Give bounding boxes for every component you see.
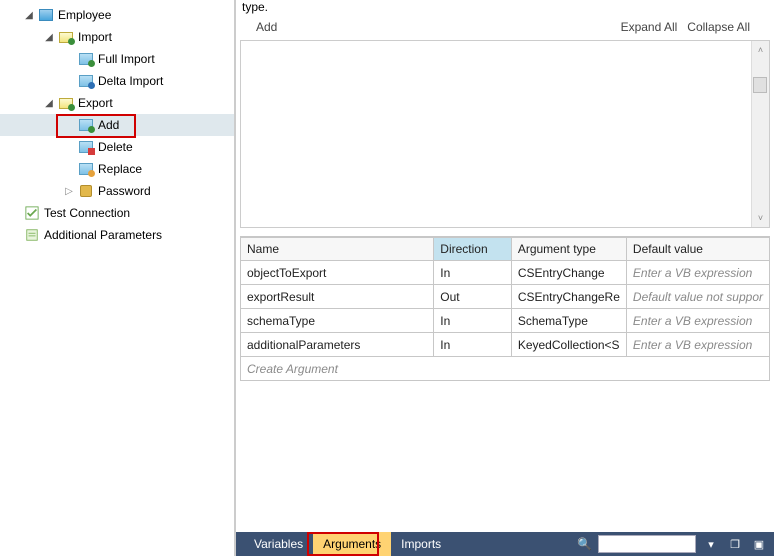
scroll-thumb[interactable]	[753, 77, 767, 93]
bottom-bar: Variables Arguments Imports 🔍 ▾ ❐ ▣	[236, 532, 774, 556]
tree-label: Export	[78, 96, 113, 110]
cell-name[interactable]: additionalParameters	[241, 333, 434, 357]
tree-node-password[interactable]: ▷ Password	[0, 180, 234, 202]
tree-label: Delete	[98, 140, 133, 154]
tab-label: Arguments	[323, 537, 381, 551]
create-argument-row[interactable]: Create Argument	[241, 357, 770, 381]
cell-direction[interactable]: In	[434, 309, 512, 333]
designer-canvas[interactable]: ˄ ˅	[240, 40, 770, 228]
maximize-icon[interactable]: ▣	[750, 535, 768, 553]
add-icon	[78, 117, 94, 133]
tree-node-replace[interactable]: Replace	[0, 158, 234, 180]
tree-node-delete[interactable]: Delete	[0, 136, 234, 158]
tree-node-delta-import[interactable]: Delta Import	[0, 70, 234, 92]
search-icon[interactable]: 🔍	[577, 537, 592, 551]
cell-name[interactable]: schemaType	[241, 309, 434, 333]
right-pane: type. Add Expand All Collapse All ˄ ˅ Na…	[236, 0, 774, 556]
tree-node-import[interactable]: ◢ Import	[0, 26, 234, 48]
cell-default[interactable]: Enter a VB expression	[626, 309, 769, 333]
truncated-text: type.	[236, 0, 774, 20]
restore-icon[interactable]: ❐	[726, 535, 744, 553]
tree-node-add[interactable]: Add	[0, 114, 234, 136]
cell-argtype[interactable]: CSEntryChangeRe	[511, 285, 626, 309]
tree-label: Add	[98, 118, 119, 132]
argument-row[interactable]: objectToExport In CSEntryChange Enter a …	[241, 261, 770, 285]
search-input[interactable]	[598, 535, 696, 553]
tree-node-additional-params[interactable]: Additional Parameters	[0, 224, 234, 246]
argument-row[interactable]: schemaType In SchemaType Enter a VB expr…	[241, 309, 770, 333]
tree-node-full-import[interactable]: Full Import	[0, 48, 234, 70]
arguments-grid: Name Direction Argument type Default val…	[240, 236, 770, 477]
tree-node-test-connection[interactable]: Test Connection	[0, 202, 234, 224]
cell-argtype[interactable]: CSEntryChange	[511, 261, 626, 285]
expander-icon[interactable]: ▷	[62, 184, 76, 198]
cube-icon	[38, 7, 54, 23]
cell-direction[interactable]: In	[434, 333, 512, 357]
tab-label: Variables	[254, 537, 303, 551]
tree-label: Test Connection	[44, 206, 130, 220]
tree-pane: ◢ Employee ◢ Import Full Import Delta Im…	[0, 0, 236, 556]
check-icon	[24, 205, 40, 221]
cell-direction[interactable]: Out	[434, 285, 512, 309]
vertical-scrollbar[interactable]: ˄ ˅	[751, 41, 769, 227]
cell-direction[interactable]: In	[434, 261, 512, 285]
lock-icon	[78, 183, 94, 199]
create-argument-label[interactable]: Create Argument	[241, 357, 770, 381]
delete-icon	[78, 139, 94, 155]
expander-icon[interactable]: ◢	[42, 96, 56, 110]
collapse-all-link[interactable]: Collapse All	[687, 20, 750, 34]
import-folder-icon	[58, 29, 74, 45]
cell-argtype[interactable]: SchemaType	[511, 309, 626, 333]
col-argtype[interactable]: Argument type	[511, 238, 626, 261]
tab-variables[interactable]: Variables	[244, 532, 313, 556]
grid-header-row: Name Direction Argument type Default val…	[241, 238, 770, 261]
params-icon	[24, 227, 40, 243]
col-name[interactable]: Name	[241, 238, 434, 261]
tree-label: Import	[78, 30, 112, 44]
cell-default[interactable]: Enter a VB expression	[626, 333, 769, 357]
export-folder-icon	[58, 95, 74, 111]
replace-icon	[78, 161, 94, 177]
tree-node-employee[interactable]: ◢ Employee	[0, 4, 234, 26]
add-link[interactable]: Add	[256, 20, 277, 34]
delta-import-icon	[78, 73, 94, 89]
expander-icon[interactable]: ◢	[42, 30, 56, 44]
dropdown-icon[interactable]: ▾	[702, 535, 720, 553]
tree-label: Replace	[98, 162, 142, 176]
designer-toolbar: Add Expand All Collapse All	[236, 20, 774, 40]
scroll-down-icon[interactable]: ˅	[752, 209, 769, 227]
col-default[interactable]: Default value	[626, 238, 769, 261]
cell-name[interactable]: objectToExport	[241, 261, 434, 285]
expander-icon[interactable]: ◢	[22, 8, 36, 22]
tree-label: Additional Parameters	[44, 228, 162, 242]
argument-row[interactable]: exportResult Out CSEntryChangeRe Default…	[241, 285, 770, 309]
tree-label: Full Import	[98, 52, 155, 66]
tree-node-export[interactable]: ◢ Export	[0, 92, 234, 114]
tab-label: Imports	[401, 537, 441, 551]
cell-default[interactable]: Enter a VB expression	[626, 261, 769, 285]
scroll-up-icon[interactable]: ˄	[752, 41, 769, 59]
tree-label: Password	[98, 184, 151, 198]
argument-row[interactable]: additionalParameters In KeyedCollection<…	[241, 333, 770, 357]
grid-empty-space	[240, 381, 770, 477]
import-icon	[78, 51, 94, 67]
cell-name[interactable]: exportResult	[241, 285, 434, 309]
tab-imports[interactable]: Imports	[391, 532, 451, 556]
tree-label: Employee	[58, 8, 111, 22]
expand-all-link[interactable]: Expand All	[621, 20, 678, 34]
tree-label: Delta Import	[98, 74, 163, 88]
cell-default[interactable]: Default value not suppor	[626, 285, 769, 309]
col-direction[interactable]: Direction	[434, 238, 512, 261]
tab-arguments[interactable]: Arguments	[313, 532, 391, 556]
cell-argtype[interactable]: KeyedCollection<S	[511, 333, 626, 357]
